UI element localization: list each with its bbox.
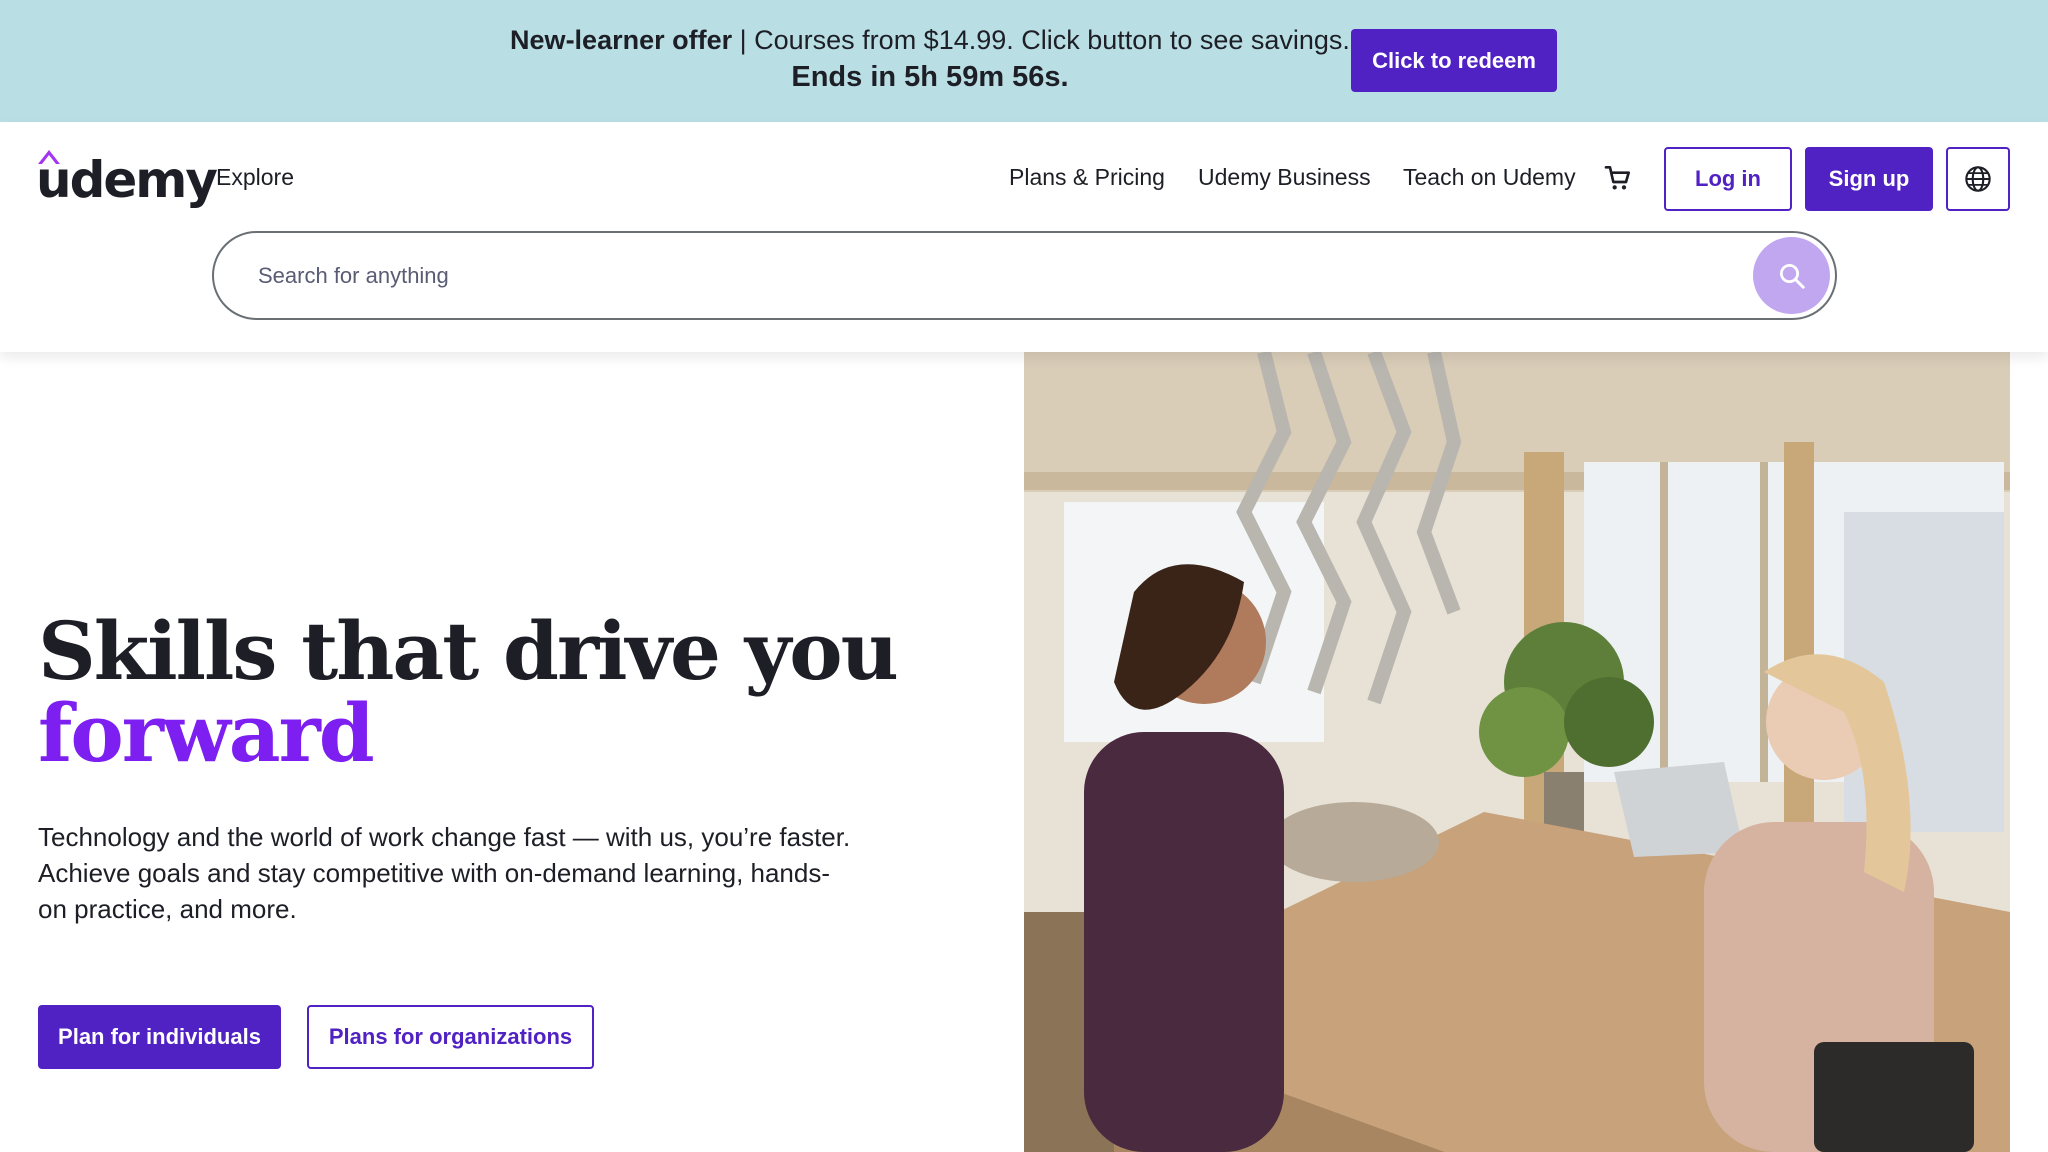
nav-plans-pricing[interactable]: Plans & Pricing xyxy=(1009,164,1165,191)
promo-message: New-learner offer | Courses from $14.99.… xyxy=(430,22,1430,96)
promo-offer-label: New-learner offer xyxy=(510,25,733,55)
search-input[interactable] xyxy=(258,255,1558,297)
promo-countdown: Ends in 5h 59m 56s. xyxy=(791,61,1069,93)
login-button[interactable]: Log in xyxy=(1664,147,1792,211)
hero-photo-illustration xyxy=(1024,352,2010,1152)
redeem-button[interactable]: Click to redeem xyxy=(1351,29,1557,92)
language-button[interactable] xyxy=(1946,147,2010,211)
hero-title-accent: forward xyxy=(38,686,375,780)
site-header: udemy Explore Plans & Pricing Udemy Busi… xyxy=(0,122,2048,352)
search-button[interactable] xyxy=(1753,237,1830,314)
hero-photo xyxy=(1024,352,2010,1152)
globe-icon xyxy=(1965,166,1991,192)
hero-subtitle: Technology and the world of work change … xyxy=(38,822,851,924)
promo-banner: New-learner offer | Courses from $14.99.… xyxy=(0,0,2048,122)
nav-teach-on-udemy[interactable]: Teach on Udemy xyxy=(1403,164,1576,191)
search-bar xyxy=(212,231,1837,320)
plan-individuals-button[interactable]: Plan for individuals xyxy=(38,1005,281,1069)
signup-button[interactable]: Sign up xyxy=(1805,147,1933,211)
logo-text: udemy xyxy=(36,151,218,209)
plans-organizations-button[interactable]: Plans for organizations xyxy=(307,1005,594,1069)
udemy-logo[interactable]: udemy xyxy=(36,150,218,210)
hero-title-line1: Skills that drive you xyxy=(38,604,899,698)
cart-icon[interactable] xyxy=(1602,162,1634,194)
explore-link[interactable]: Explore xyxy=(216,164,294,191)
nav-udemy-business[interactable]: Udemy Business xyxy=(1198,164,1371,191)
hero-title: Skills that drive you forward xyxy=(38,610,899,780)
promo-offer-text: | Courses from $14.99. Click button to s… xyxy=(732,25,1350,55)
search-icon xyxy=(1779,263,1805,289)
